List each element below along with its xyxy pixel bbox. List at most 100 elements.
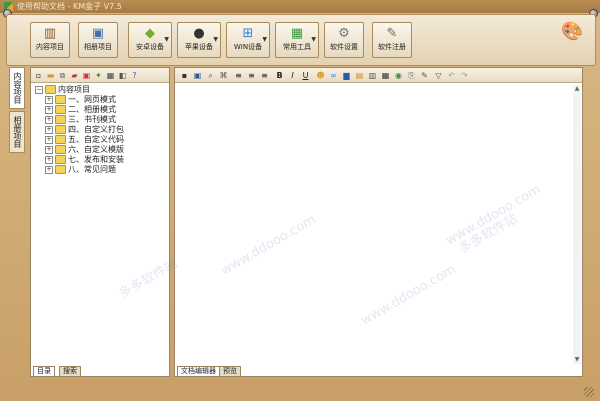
align-right-icon[interactable]: ≡ [259,69,270,80]
tree-item[interactable]: + 一、网页模式 [35,95,124,105]
left-panel: ▫ ▬ ⧉ ▰ ▣ ✦ ▦ ◧ ? − 内容项目 + 一、网页模式 + 二、相册模式 … [30,67,170,377]
editor-panel: ▪ ▣ ⌕ ⌘ ≡ ≡ ≡ B I U ☻ ∞ ▆ ▤ ▥ ▦ ◉ ⎘ ✎ ▽ … [117,67,583,377]
folder-icon [55,135,66,144]
scroll-up-icon[interactable]: ▲ [573,85,581,93]
save-icon[interactable]: ▪ [179,69,190,80]
android-device-button[interactable]: ◆ 安卓设备 ▼ [128,22,172,58]
expand-icon[interactable]: + [45,145,53,154]
attachment-icon[interactable]: ⎘ [406,69,417,80]
filter-icon[interactable]: ▽ [433,69,444,80]
album-project-button[interactable]: ▣ 相册项目 [78,22,118,58]
underline-icon[interactable]: U [300,69,311,80]
palette-icon[interactable]: 🎨 [561,21,585,43]
redo-icon[interactable]: ↷ [459,69,470,80]
scroll-down-icon[interactable]: ▼ [573,356,581,364]
folder-icon [55,95,66,104]
open-folder-icon[interactable]: ▬ [45,69,56,80]
book-icon: ▥ [43,26,57,41]
expand-icon[interactable]: + [45,135,53,144]
folder-icon [55,145,66,154]
save-as-icon[interactable]: ▣ [192,69,203,80]
chevron-down-icon[interactable]: ▼ [262,36,267,43]
expand-icon[interactable]: + [45,165,53,174]
expand-icon[interactable]: + [45,105,53,114]
register-icon: ✎ [386,26,398,41]
tree-item[interactable]: + 五、自定义代码 [35,135,124,145]
tree-item[interactable]: + 三、书刊模式 [35,115,124,125]
tools-icon: ▦ [290,26,304,41]
folder-icon [55,125,66,134]
folder-icon [55,115,66,124]
folder-icon [55,155,66,164]
move-icon[interactable]: ✦ [93,69,104,80]
watermark-url: www.ddooo.com [358,262,459,329]
android-icon: ◆ [145,26,155,41]
tab-content-project[interactable]: 内容项目 [9,67,25,109]
tab-album-project[interactable]: 相册项目 [9,111,25,153]
new-file-icon[interactable]: ▫ [33,69,44,80]
expand-icon[interactable]: + [45,95,53,104]
editor-toolbar: ▪ ▣ ⌕ ⌘ ≡ ≡ ≡ B I U ☻ ∞ ▆ ▤ ▥ ▦ ◉ ⎘ ✎ ▽ … [175,68,582,83]
software-register-button[interactable]: ✎ 软件注册 [372,22,412,58]
window-title: 使用帮助文档 - KM盒子 V7.5 [17,2,122,11]
windows-icon: ⊞ [242,26,254,41]
expand-icon[interactable]: + [45,155,53,164]
chevron-down-icon[interactable]: ▼ [213,36,218,43]
help-icon[interactable]: ? [129,69,140,80]
qr-code-icon[interactable]: ▦ [105,69,116,80]
emoji-icon[interactable]: ☻ [315,69,326,80]
app-window: 使用帮助文档 - KM盒子 V7.5 ▥ 内容项目 ▣ 相册项目 ◆ 安卓设备 … [0,0,600,401]
tree-item[interactable]: + 七、发布和安装 [35,155,124,165]
content-project-button[interactable]: ▥ 内容项目 [30,22,70,58]
table-icon[interactable]: ▥ [367,69,378,80]
content-tree: − 内容项目 + 一、网页模式 + 二、相册模式 + 三、书刊模式 + 四、自定义打包 +… [35,85,124,175]
tab-search[interactable]: 搜索 [59,366,81,377]
insert-image-icon[interactable]: ▆ [341,69,352,80]
editor-scrollbar[interactable]: ▲ ▼ [573,85,581,364]
win-device-button[interactable]: ⊞ WIN设备 ▼ [226,22,270,58]
align-center-icon[interactable]: ≡ [246,69,257,80]
italic-icon[interactable]: I [287,69,298,80]
gear-icon: ⚙ [338,26,350,41]
watermark-url: www.ddooo.com [218,212,319,279]
common-tools-button[interactable]: ▦ 常用工具 ▼ [275,22,319,58]
folder-icon [45,85,56,94]
tree-item[interactable]: + 二、相册模式 [35,105,124,115]
left-toolbar: ▫ ▬ ⧉ ▰ ▣ ✦ ▦ ◧ ? [31,68,169,83]
collapse-icon[interactable]: − [35,85,43,94]
folder-icon [55,165,66,174]
delete-icon[interactable]: ▰ [69,69,80,80]
tree-root[interactable]: − 内容项目 [35,85,124,95]
title-bar: 使用帮助文档 - KM盒子 V7.5 [0,0,600,13]
ribbon-toolbar: ▥ 内容项目 ▣ 相册项目 ◆ 安卓设备 ▼ ● 苹果设备 ▼ ⊞ WIN设备 … [6,14,596,66]
link-icon[interactable]: ∞ [328,69,339,80]
undo-icon[interactable]: ↶ [446,69,457,80]
image-icon[interactable]: ▣ [81,69,92,80]
photo-album-icon: ▣ [91,26,105,41]
apple-device-button[interactable]: ● 苹果设备 ▼ [177,22,221,58]
resize-grip-icon[interactable] [584,387,594,397]
bold-icon[interactable]: B [274,69,285,80]
expand-icon[interactable]: + [45,125,53,134]
code-icon[interactable]: ▦ [380,69,391,80]
align-left-icon[interactable]: ≡ [233,69,244,80]
tab-directory[interactable]: 目录 [33,366,55,377]
folder-icon [55,105,66,114]
tree-item[interactable]: + 八、常见问题 [35,165,124,175]
tree-item[interactable]: + 六、自定义模版 [35,145,124,155]
copy-icon[interactable]: ⧉ [57,69,68,80]
chevron-down-icon[interactable]: ▼ [164,36,169,43]
side-tab-strip: 内容项目 相册项目 [7,67,29,377]
web-icon[interactable]: ◉ [393,69,404,80]
find-icon[interactable]: ⌕ [205,69,216,80]
insert-media-icon[interactable]: ▤ [354,69,365,80]
tree-item[interactable]: + 四、自定义打包 [35,125,124,135]
tab-document-editor[interactable]: 文档编辑器 [177,366,220,377]
sound-icon[interactable]: ◧ [117,69,128,80]
chevron-down-icon[interactable]: ▼ [311,36,316,43]
replace-icon[interactable]: ⌘ [218,69,229,80]
source-icon[interactable]: ✎ [419,69,430,80]
expand-icon[interactable]: + [45,115,53,124]
software-settings-button[interactable]: ⚙ 软件设置 [324,22,364,58]
tab-preview[interactable]: 预览 [219,366,241,377]
